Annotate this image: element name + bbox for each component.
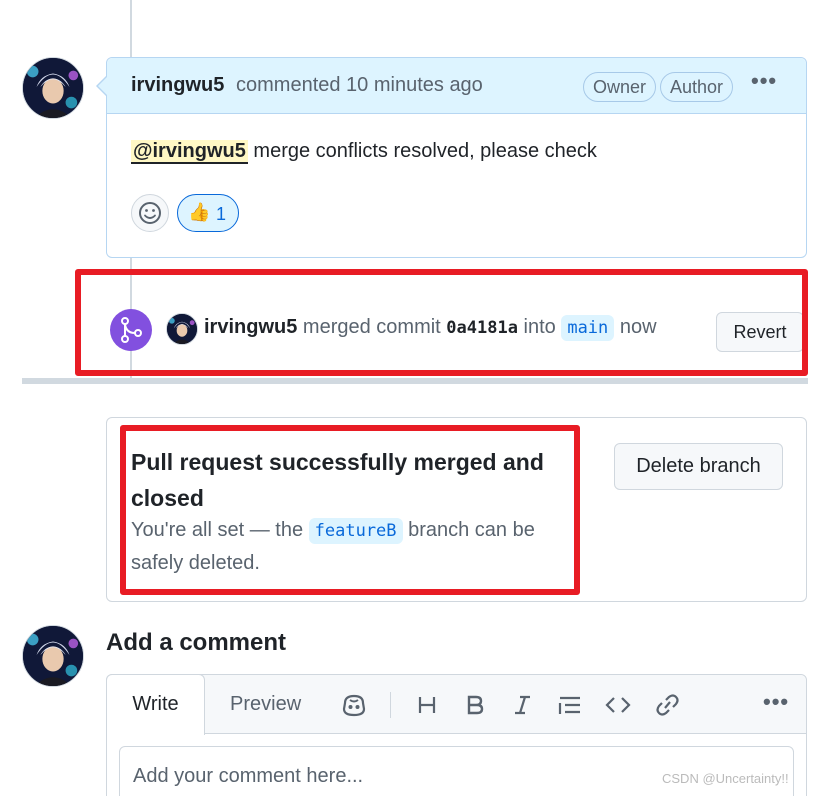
delete-branch-button[interactable]: Delete branch bbox=[614, 443, 783, 490]
reaction-count: 1 bbox=[216, 204, 227, 224]
owner-label: Owner bbox=[583, 72, 657, 102]
comment-body: @irvingwu5 merge conflicts resolved, ple… bbox=[131, 140, 597, 164]
user-mention[interactable]: @irvingwu5 bbox=[131, 140, 248, 164]
add-reaction-button[interactable] bbox=[131, 194, 169, 232]
comment-header: irvingwu5 commented 10 minutes ago Owner… bbox=[107, 58, 806, 114]
kebab-horizontal-icon[interactable]: ••• bbox=[751, 68, 777, 94]
smiley-icon bbox=[139, 202, 161, 224]
link-icon[interactable] bbox=[654, 691, 680, 719]
add-comment-heading: Add a comment bbox=[106, 629, 287, 656]
thumbs-up-icon: 👍 bbox=[188, 202, 211, 222]
thumbs-up-reaction[interactable]: 👍 1 bbox=[177, 194, 239, 232]
comment-timestamp[interactable]: commented 10 minutes ago bbox=[236, 74, 483, 97]
merge-status-highlight bbox=[120, 425, 580, 595]
italic-icon[interactable] bbox=[511, 691, 533, 719]
heading-icon[interactable] bbox=[416, 691, 438, 719]
watermark: CSDN @Uncertainty!! bbox=[662, 771, 789, 786]
author-label: Author bbox=[660, 72, 734, 102]
copilot-icon[interactable] bbox=[341, 691, 367, 719]
code-icon[interactable] bbox=[605, 691, 631, 719]
comment-card: irvingwu5 commented 10 minutes ago Owner… bbox=[106, 57, 807, 258]
commenter-avatar[interactable] bbox=[22, 57, 84, 119]
merge-event-highlight bbox=[75, 269, 808, 376]
toolbar-separator bbox=[390, 692, 391, 718]
bold-icon[interactable] bbox=[464, 691, 486, 719]
comment-placeholder: Add your comment here... bbox=[133, 765, 364, 787]
current-user-avatar[interactable] bbox=[22, 625, 84, 687]
comment-author[interactable]: irvingwu5 bbox=[131, 74, 224, 97]
editor-toolbar: Write Preview ••• bbox=[106, 674, 806, 735]
comment-body-text: merge conflicts resolved, please check bbox=[253, 140, 597, 162]
tab-preview[interactable]: Preview bbox=[230, 693, 301, 716]
toolbar-more-icon[interactable]: ••• bbox=[763, 689, 789, 715]
comment-pointer-fill bbox=[98, 77, 107, 95]
timeline-divider bbox=[22, 378, 808, 384]
list-icon[interactable] bbox=[557, 691, 583, 719]
tab-write[interactable]: Write bbox=[106, 674, 205, 735]
